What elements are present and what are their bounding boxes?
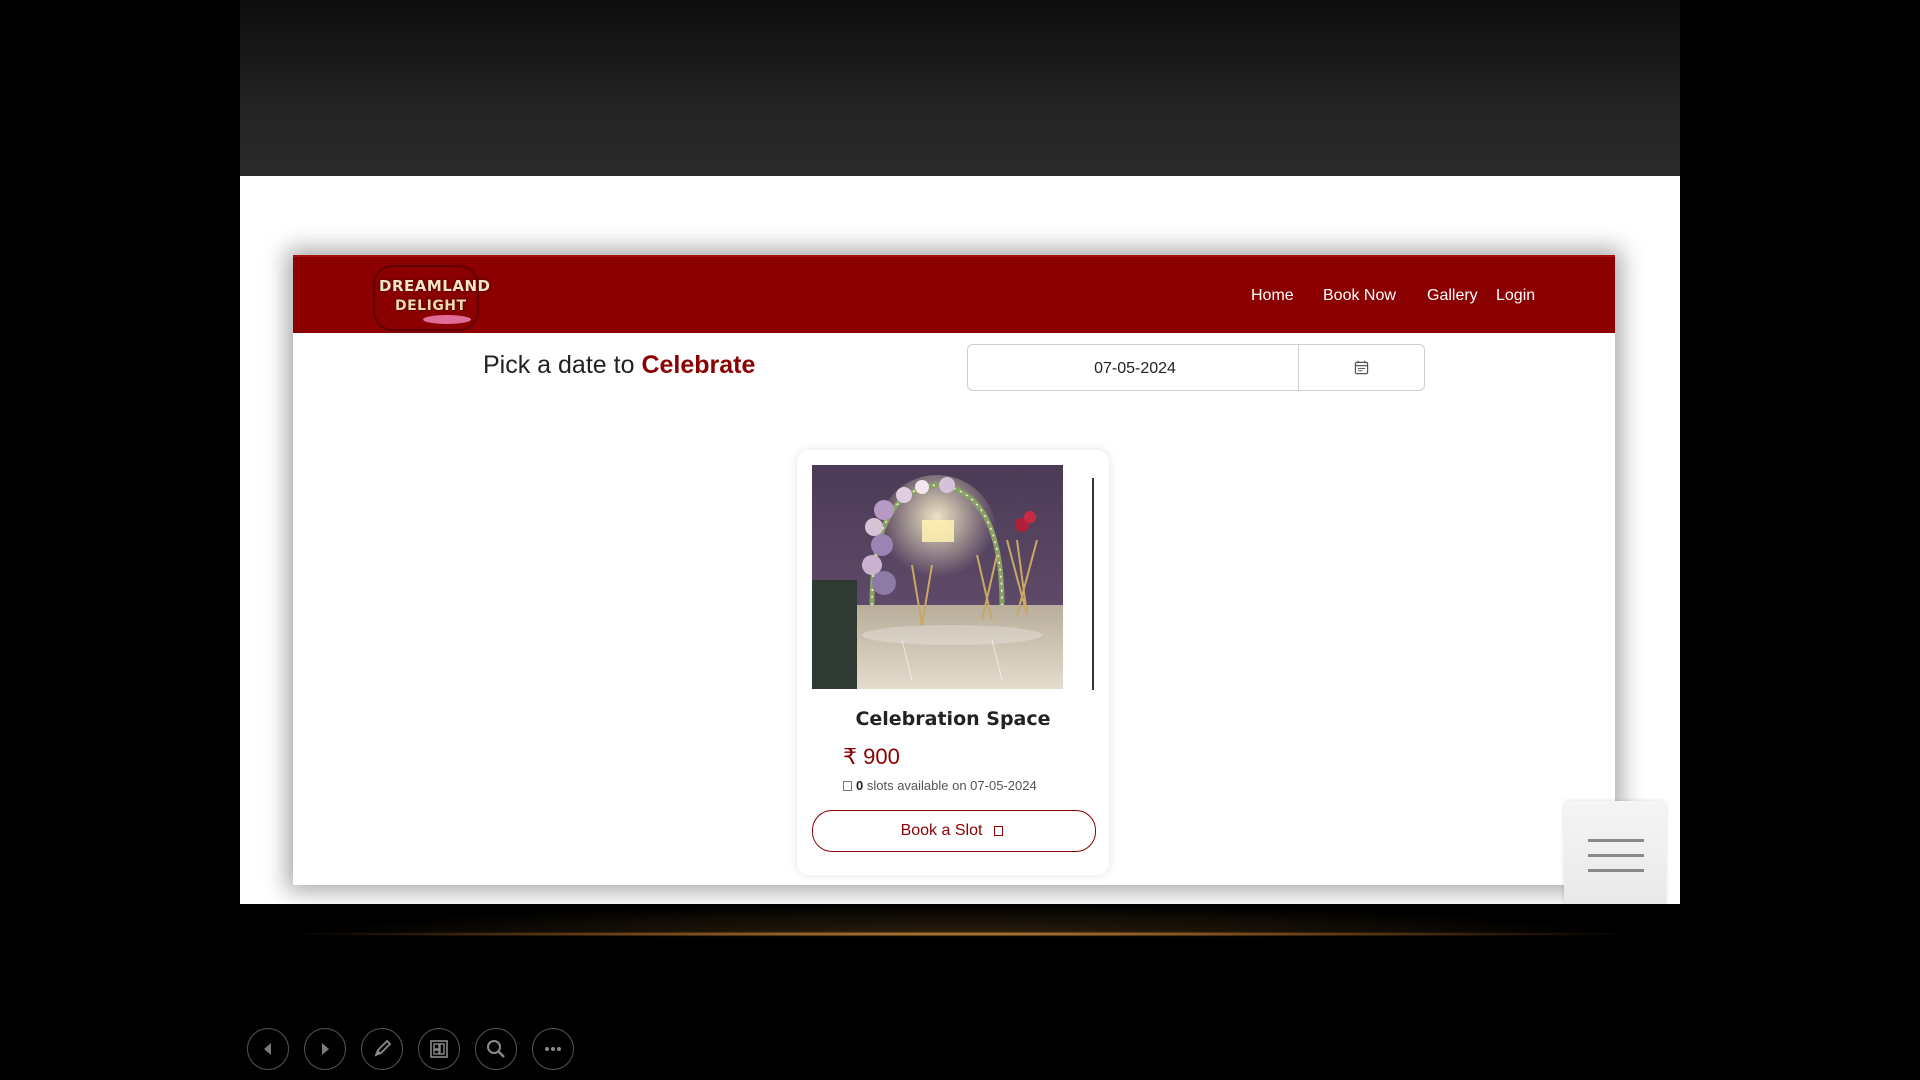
logo-text-line1: DREAMLAND: [379, 277, 491, 295]
more-icon: [545, 1047, 561, 1051]
card-scrollbar[interactable]: [1092, 478, 1094, 690]
next-button[interactable]: [304, 1028, 346, 1070]
previous-icon: [264, 1043, 271, 1055]
hamburger-bar: [1588, 869, 1644, 872]
logo-text-line2: DELIGHT: [395, 298, 467, 314]
slides-button[interactable]: [418, 1028, 460, 1070]
pen-icon: [374, 1039, 392, 1057]
slide-gold-line: [300, 932, 1620, 936]
nav-login[interactable]: Login: [1496, 287, 1535, 305]
website-screenshot: DREAMLAND DELIGHT Home Book Now Gallery …: [293, 255, 1615, 885]
heading-prefix: Pick a date to: [483, 351, 642, 379]
calendar-icon: [1354, 360, 1369, 375]
slots-text: slots available on 07-05-2024: [863, 778, 1037, 793]
hamburger-bar: [1588, 854, 1644, 857]
book-slot-button[interactable]: Book a Slot: [812, 810, 1096, 852]
slides-icon: [430, 1040, 448, 1058]
next-icon: [322, 1043, 329, 1055]
venue-photo: [812, 465, 1063, 689]
navbar: DREAMLAND DELIGHT Home Book Now Gallery …: [293, 255, 1615, 333]
card-title: Celebration Space: [855, 708, 1051, 730]
nav-gallery[interactable]: Gallery: [1427, 287, 1478, 305]
zoom-button[interactable]: [475, 1028, 517, 1070]
more-button[interactable]: [532, 1028, 574, 1070]
slide: DREAMLAND DELIGHT Home Book Now Gallery …: [240, 0, 1680, 904]
venue-photo-illustration: [812, 465, 1063, 689]
slide-header-band: [240, 0, 1680, 176]
zoom-icon: [487, 1040, 505, 1058]
presentation-stage: DREAMLAND DELIGHT Home Book Now Gallery …: [0, 0, 1920, 1080]
book-slot-label: Book a Slot: [900, 822, 983, 839]
hamburger-bar: [1588, 839, 1644, 842]
heading-accent: Celebrate: [641, 351, 756, 379]
nav-book-now[interactable]: Book Now: [1323, 287, 1396, 305]
book-slot-icon: [994, 826, 1004, 836]
site-logo[interactable]: DREAMLAND DELIGHT: [373, 265, 490, 331]
slots-icon: [843, 781, 852, 791]
pen-button[interactable]: [361, 1028, 403, 1070]
calendar-button[interactable]: [1299, 345, 1424, 390]
logo-swoosh: [423, 315, 471, 324]
page-heading: Pick a date to Celebrate: [483, 351, 755, 380]
date-input[interactable]: [968, 345, 1302, 392]
venue-card: Celebration Space ₹ 900 0 slots availabl…: [797, 450, 1109, 875]
date-picker: [967, 344, 1425, 392]
previous-button[interactable]: [247, 1028, 289, 1070]
nav-home[interactable]: Home: [1251, 287, 1294, 305]
menu-widget[interactable]: [1564, 801, 1666, 904]
card-price: ₹ 900: [843, 744, 900, 769]
card-slots-info: 0 slots available on 07-05-2024: [843, 778, 1037, 793]
